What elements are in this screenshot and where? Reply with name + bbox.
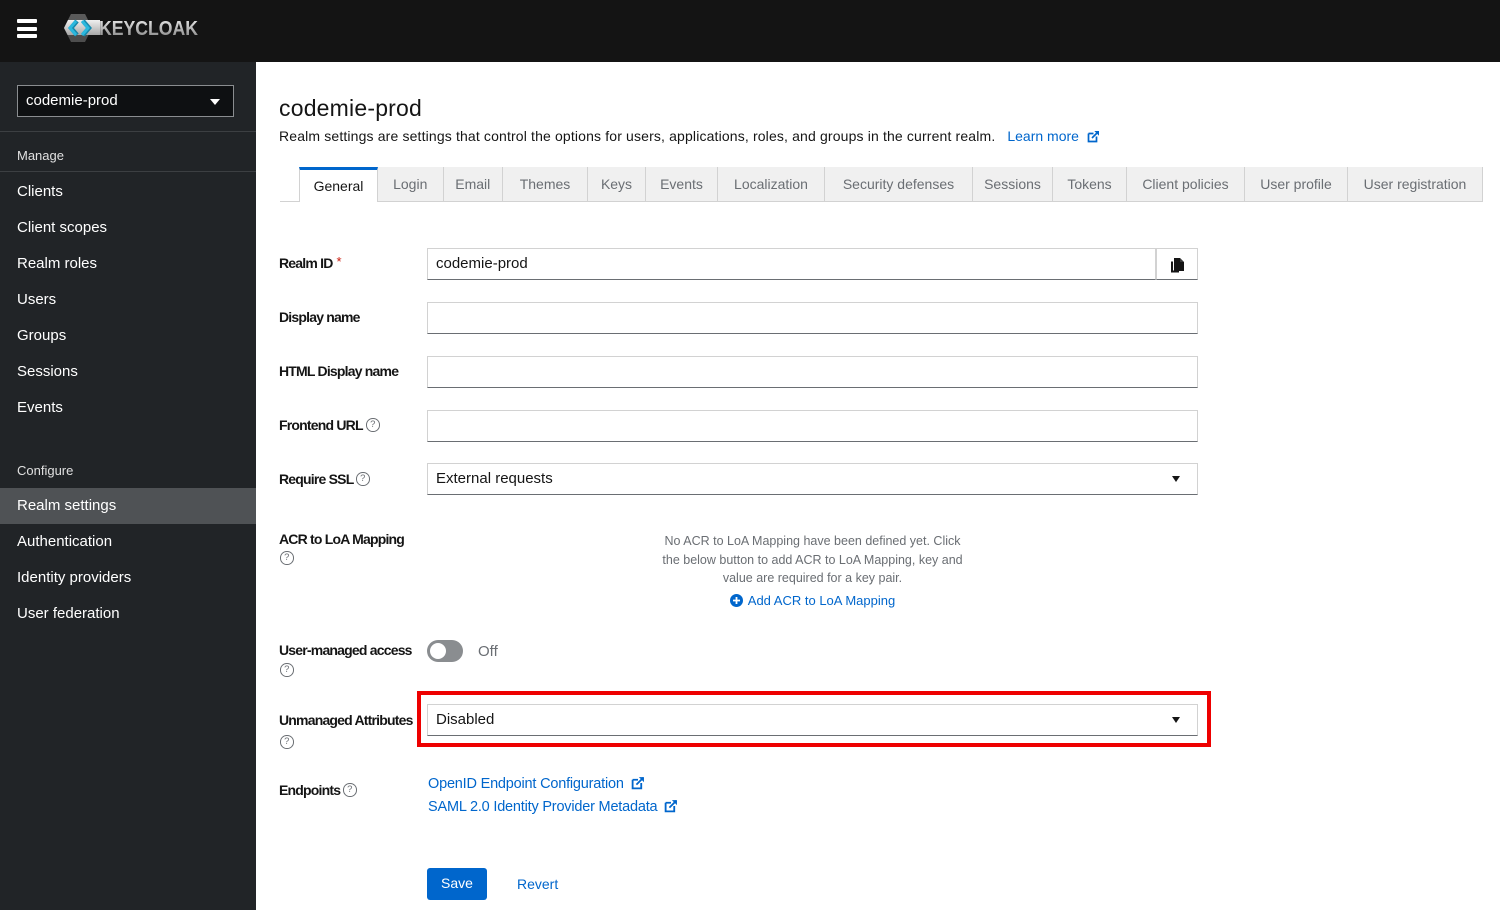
svg-text:KEYCLOAK: KEYCLOAK [99, 18, 198, 40]
